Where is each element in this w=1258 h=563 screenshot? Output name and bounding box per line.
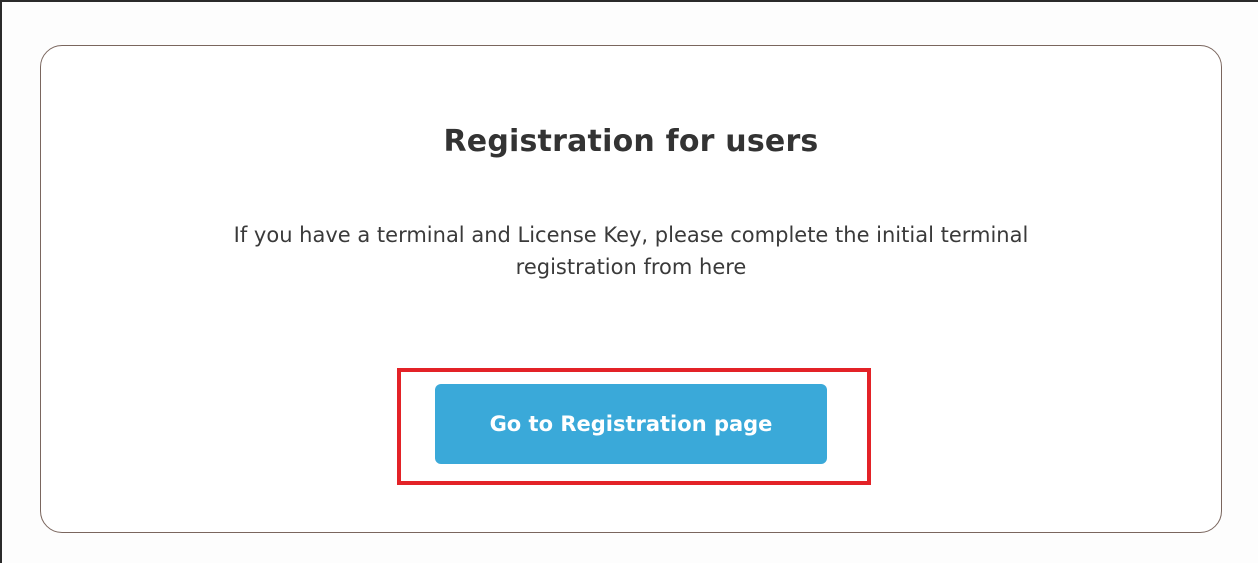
card-title: Registration for users	[443, 124, 819, 159]
registration-card: Registration for users If you have a ter…	[40, 45, 1222, 533]
screenshot-frame: Registration for users If you have a ter…	[0, 0, 1258, 563]
card-description: If you have a terminal and License Key, …	[151, 219, 1111, 283]
card-description-line-2: registration from here	[515, 255, 747, 279]
go-to-registration-button[interactable]: Go to Registration page	[435, 384, 827, 464]
card-description-line-1: If you have a terminal and License Key, …	[233, 223, 1029, 247]
